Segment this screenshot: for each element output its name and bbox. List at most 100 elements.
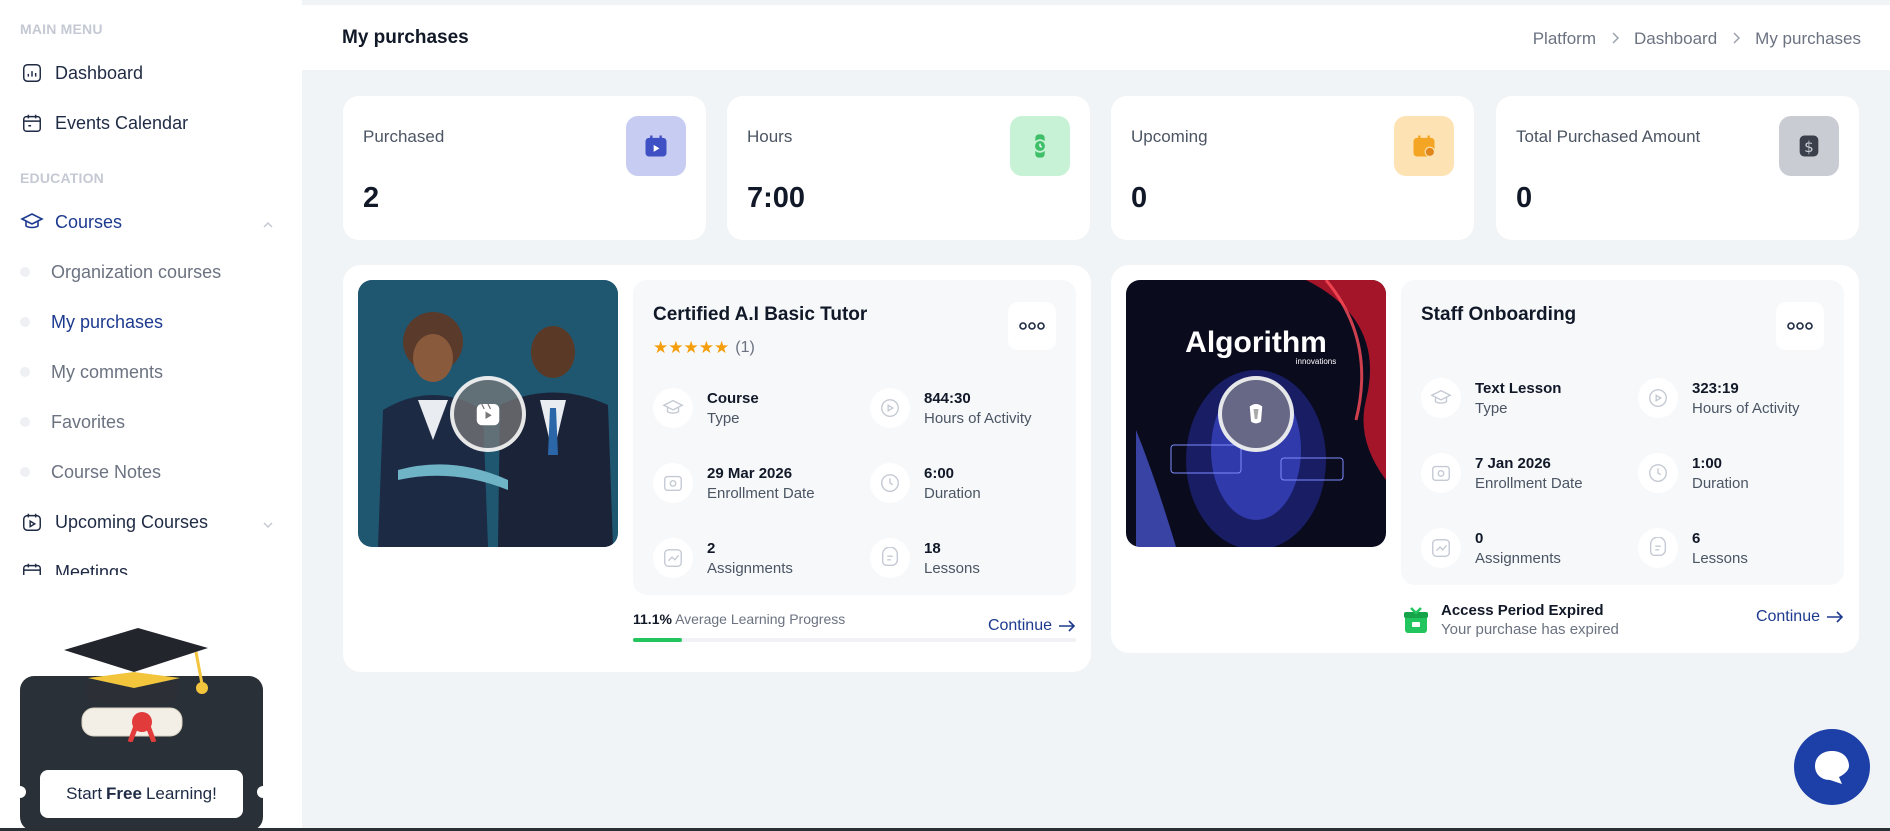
graduation-icon: [20, 210, 44, 234]
bullet-icon: [20, 367, 30, 377]
stat-value: 0: [1131, 182, 1148, 214]
progress-label: Average Learning Progress: [675, 611, 846, 627]
clock-icon: [1638, 453, 1678, 493]
lessons-icon: [1638, 528, 1678, 568]
star-icon: ★: [683, 338, 699, 357]
lessons-icon: [870, 538, 910, 578]
camera-icon: [1421, 453, 1461, 493]
meta-value: Course: [707, 389, 759, 407]
meta-enrollment-date: 7 Jan 2026 Enrollment Date: [1421, 448, 1631, 498]
access-expired-notice: Access Period Expired Your purchase has …: [1403, 602, 1619, 638]
meta-lessons: 18 Lessons: [870, 533, 1080, 583]
meta-lessons: 6 Lessons: [1638, 523, 1848, 573]
meta-label: Enrollment Date: [1475, 474, 1583, 492]
meta-label: Hours of Activity: [924, 409, 1032, 427]
sidebar-item-label: Meetings: [55, 561, 129, 576]
camera-icon: [653, 463, 693, 503]
meta-value: 1:00: [1692, 454, 1723, 472]
sidebar-item-label: Upcoming Courses: [55, 511, 209, 532]
page-title: My purchases: [342, 27, 469, 48]
sidebar-item-courses[interactable]: Courses: [20, 205, 282, 239]
sidebar-item-upcoming-courses[interactable]: Upcoming Courses: [20, 505, 282, 539]
course-title[interactable]: Staff Onboarding: [1421, 304, 1576, 326]
progress-fill: [633, 638, 683, 642]
chevron-right-icon: [1731, 31, 1741, 47]
meta-value: 6: [1692, 529, 1701, 547]
meta-label: Type: [1475, 399, 1508, 417]
course-thumbnail[interactable]: [358, 280, 618, 547]
stat-label: Purchased: [363, 127, 445, 146]
promo-text-pre: Start: [66, 784, 103, 803]
sidebar-item-label: Dashboard: [55, 62, 144, 83]
course-card: Certified A.I Basic Tutor ★ ★ ★ ★ ★ (1) …: [343, 265, 1091, 672]
progress-text: 11.1% Average Learning Progress: [633, 611, 845, 627]
progress-value: 11.1%: [633, 611, 672, 627]
meta-label: Enrollment Date: [707, 484, 815, 502]
play-circle-icon: [1638, 378, 1678, 418]
meta-value: 844:30: [924, 389, 971, 407]
meta-value: 29 Mar 2026: [707, 464, 793, 482]
course-info-panel: Staff Onboarding Text Lesson Type 323:19 H…: [1401, 280, 1844, 585]
calendar-icon: [20, 111, 44, 135]
meta-value: 18: [924, 539, 941, 557]
sidebar-sub-favorites[interactable]: Favorites: [20, 407, 282, 437]
promo-text-bold: Free: [106, 784, 142, 803]
calendar-clock-icon: [1394, 116, 1454, 176]
bullet-icon: [20, 267, 30, 277]
sidebar-sub-organization-courses[interactable]: Organization courses: [20, 257, 282, 287]
meta-assignments: 0 Assignments: [1421, 523, 1631, 573]
sidebar-item-dashboard[interactable]: Dashboard: [20, 56, 282, 90]
breadcrumb-platform[interactable]: Platform: [1533, 29, 1596, 49]
dashboard-icon: [20, 61, 44, 85]
star-icon: ★: [653, 338, 669, 357]
stat-value: 7:00: [747, 182, 806, 214]
stat-label: Total Purchased Amount: [1516, 127, 1701, 146]
meta-value: 0: [1475, 529, 1484, 547]
bullet-icon: [20, 467, 30, 477]
meta-label: Assignments: [707, 559, 793, 577]
meta-label: Duration: [1692, 474, 1749, 492]
sidebar-sub-course-notes[interactable]: Course Notes: [20, 457, 282, 487]
card-notch: [257, 786, 269, 798]
svg-text:$: $: [1804, 138, 1814, 156]
stat-card-upcoming: Upcoming 0: [1111, 96, 1474, 240]
more-options-button[interactable]: [1008, 302, 1056, 350]
sidebar-sub-my-comments[interactable]: My comments: [20, 357, 282, 387]
meta-label: Duration: [924, 484, 981, 502]
meta-value: 2: [707, 539, 716, 557]
sidebar: MAIN MENU Dashboard Events Calendar EDUC…: [0, 0, 302, 831]
chat-button[interactable]: [1794, 729, 1870, 805]
chart-icon: [653, 538, 693, 578]
graduation-icon: [653, 388, 693, 428]
breadcrumb-dashboard[interactable]: Dashboard: [1634, 29, 1717, 49]
course-thumbnail[interactable]: Algorithm innovations: [1126, 280, 1386, 547]
meta-label: Assignments: [1475, 549, 1561, 567]
continue-button[interactable]: Continue: [988, 617, 1076, 635]
main-menu-title: MAIN MENU: [20, 21, 103, 37]
sidebar-sub-label: My comments: [51, 361, 164, 382]
sidebar-item-meetings[interactable]: Meetings: [20, 555, 282, 575]
start-free-learning-button[interactable]: Start Free Learning!: [40, 770, 243, 818]
more-options-button[interactable]: [1776, 302, 1824, 350]
sidebar-item-events-calendar[interactable]: Events Calendar: [20, 106, 282, 140]
arrow-right-icon: [1059, 620, 1076, 632]
graduation-cap-illustration: [56, 622, 216, 747]
continue-button[interactable]: Continue: [1756, 608, 1844, 626]
play-video-icon[interactable]: [1218, 376, 1294, 452]
expired-text: Your purchase has expired: [1441, 621, 1619, 638]
meta-hours-activity: 844:30 Hours of Activity: [870, 383, 1080, 433]
calendar-icon: [20, 560, 44, 575]
dollar-icon: $: [1779, 116, 1839, 176]
continue-label: Continue: [987, 617, 1052, 634]
bullet-icon: [20, 417, 30, 427]
course-title[interactable]: Certified A.I Basic Tutor: [653, 304, 867, 326]
sidebar-sub-my-purchases[interactable]: My purchases: [20, 307, 282, 337]
meta-label: Type: [707, 409, 740, 427]
breadcrumb-current: My purchases: [1755, 29, 1861, 48]
chart-icon: [1421, 528, 1461, 568]
watch-icon: [1010, 116, 1070, 176]
education-title: EDUCATION: [20, 170, 104, 186]
play-video-icon[interactable]: [450, 376, 526, 452]
chevron-down-icon: [262, 515, 274, 536]
bullet-icon: [20, 317, 30, 327]
